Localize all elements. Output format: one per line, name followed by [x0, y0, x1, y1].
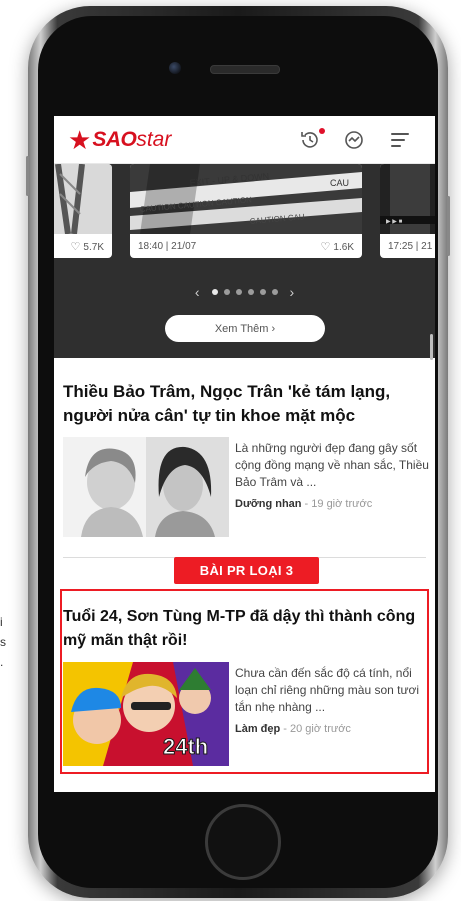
- see-more-button[interactable]: Xem Thêm ›: [165, 315, 325, 342]
- pager-dot[interactable]: [223, 289, 230, 295]
- menu-icon[interactable]: [388, 128, 412, 152]
- video-card-center[interactable]: EXIT - UP & DOWN CAUTION CAUTION CAUTION…: [130, 164, 362, 258]
- trending-icon[interactable]: [342, 128, 366, 152]
- video-thumbnail: [54, 164, 112, 235]
- earpiece-speaker: [210, 65, 280, 74]
- power-button: [447, 196, 450, 256]
- saostar-logo[interactable]: ★ SAO star: [68, 124, 171, 156]
- article-meta: Làm đẹp - 20 giờ trước: [235, 723, 429, 735]
- card-timestamp: 17:25 | 21: [388, 240, 433, 252]
- article-excerpt: Chưa cần đến sắc độ cá tính, nổi loạn ch…: [235, 666, 420, 714]
- volume-button: [26, 156, 29, 196]
- star-logo-icon: ★: [68, 125, 92, 155]
- article-title[interactable]: Tuổi 24, Sơn Tùng M-TP đã dậy thì thành …: [63, 605, 428, 653]
- thumbnail-24th-text: 24th: [163, 734, 208, 759]
- stray-line-1: i: [0, 615, 3, 629]
- history-icon[interactable]: [298, 128, 325, 152]
- pr-label-badge: BÀI PR LOẠI 3: [174, 557, 319, 584]
- stray-line-3: .: [0, 655, 4, 669]
- notification-dot: [319, 128, 325, 134]
- article-time: - 20 giờ trước: [280, 723, 351, 735]
- stray-line-2: s: [0, 635, 6, 649]
- pager-dot[interactable]: [247, 289, 254, 295]
- like-count: 1.6K: [333, 241, 354, 253]
- card-meta: ♡ 5.7K: [54, 234, 112, 258]
- video-carousel: ♡ 5.7K EXIT - UP & DOWN CAUTION CAUTION C…: [54, 164, 435, 358]
- video-thumbnail: ▶ ▶ ■: [380, 164, 435, 234]
- svg-text:▶ ▶ ■: ▶ ▶ ■: [386, 219, 403, 225]
- like-count: 5.7K: [83, 241, 104, 253]
- front-camera: [169, 62, 181, 74]
- article-thumbnail[interactable]: [63, 437, 229, 537]
- heart-icon: ♡: [70, 240, 81, 253]
- pager-dot[interactable]: [211, 289, 218, 295]
- article-category[interactable]: Làm đẹp: [235, 723, 280, 735]
- article-thumbnail[interactable]: 24th: [63, 662, 229, 766]
- article-excerpt: Là những người đẹp đang gây sốt cộng đồn…: [235, 441, 429, 489]
- home-button[interactable]: [205, 804, 281, 880]
- scrollbar[interactable]: [430, 334, 433, 360]
- article-title[interactable]: Thiều Bảo Trâm, Ngọc Trân 'kẻ tám lạng, …: [63, 380, 428, 428]
- phone-screen: ★ SAO star ♡ 5.7K EXIT - UP & DOWN CAUTI…: [54, 116, 435, 792]
- app-header: ★ SAO star: [54, 116, 435, 164]
- article-time: - 19 giờ trước: [301, 498, 373, 510]
- logo-star-text: star: [136, 128, 172, 151]
- next-arrow-icon[interactable]: ›: [290, 284, 295, 300]
- logo-sao-text: SAO: [92, 128, 137, 151]
- prev-arrow-icon[interactable]: ‹: [195, 284, 200, 300]
- pager-dot[interactable]: [235, 289, 242, 295]
- cropped-side-text: i s .: [0, 612, 6, 672]
- card-timestamp: 18:40 | 21/07: [138, 240, 197, 252]
- article-meta: Dưỡng nhan - 19 giờ trước: [235, 498, 429, 510]
- card-meta: 17:25 | 21: [380, 234, 435, 258]
- card-meta: 18:40 | 21/07 ♡ 1.6K: [130, 234, 362, 258]
- heart-icon: ♡: [320, 240, 331, 253]
- video-thumbnail: EXIT - UP & DOWN CAUTION CAUTION CAUTION…: [130, 164, 362, 234]
- video-card-right[interactable]: ▶ ▶ ■ 17:25 | 21: [380, 164, 435, 258]
- carousel-pager: ‹ ›: [54, 284, 435, 300]
- pager-dot[interactable]: [271, 289, 278, 295]
- pager-dot[interactable]: [259, 289, 266, 295]
- article-category[interactable]: Dưỡng nhan: [235, 498, 302, 510]
- svg-text:CAU: CAU: [330, 178, 349, 188]
- video-card-left[interactable]: ♡ 5.7K: [54, 164, 112, 258]
